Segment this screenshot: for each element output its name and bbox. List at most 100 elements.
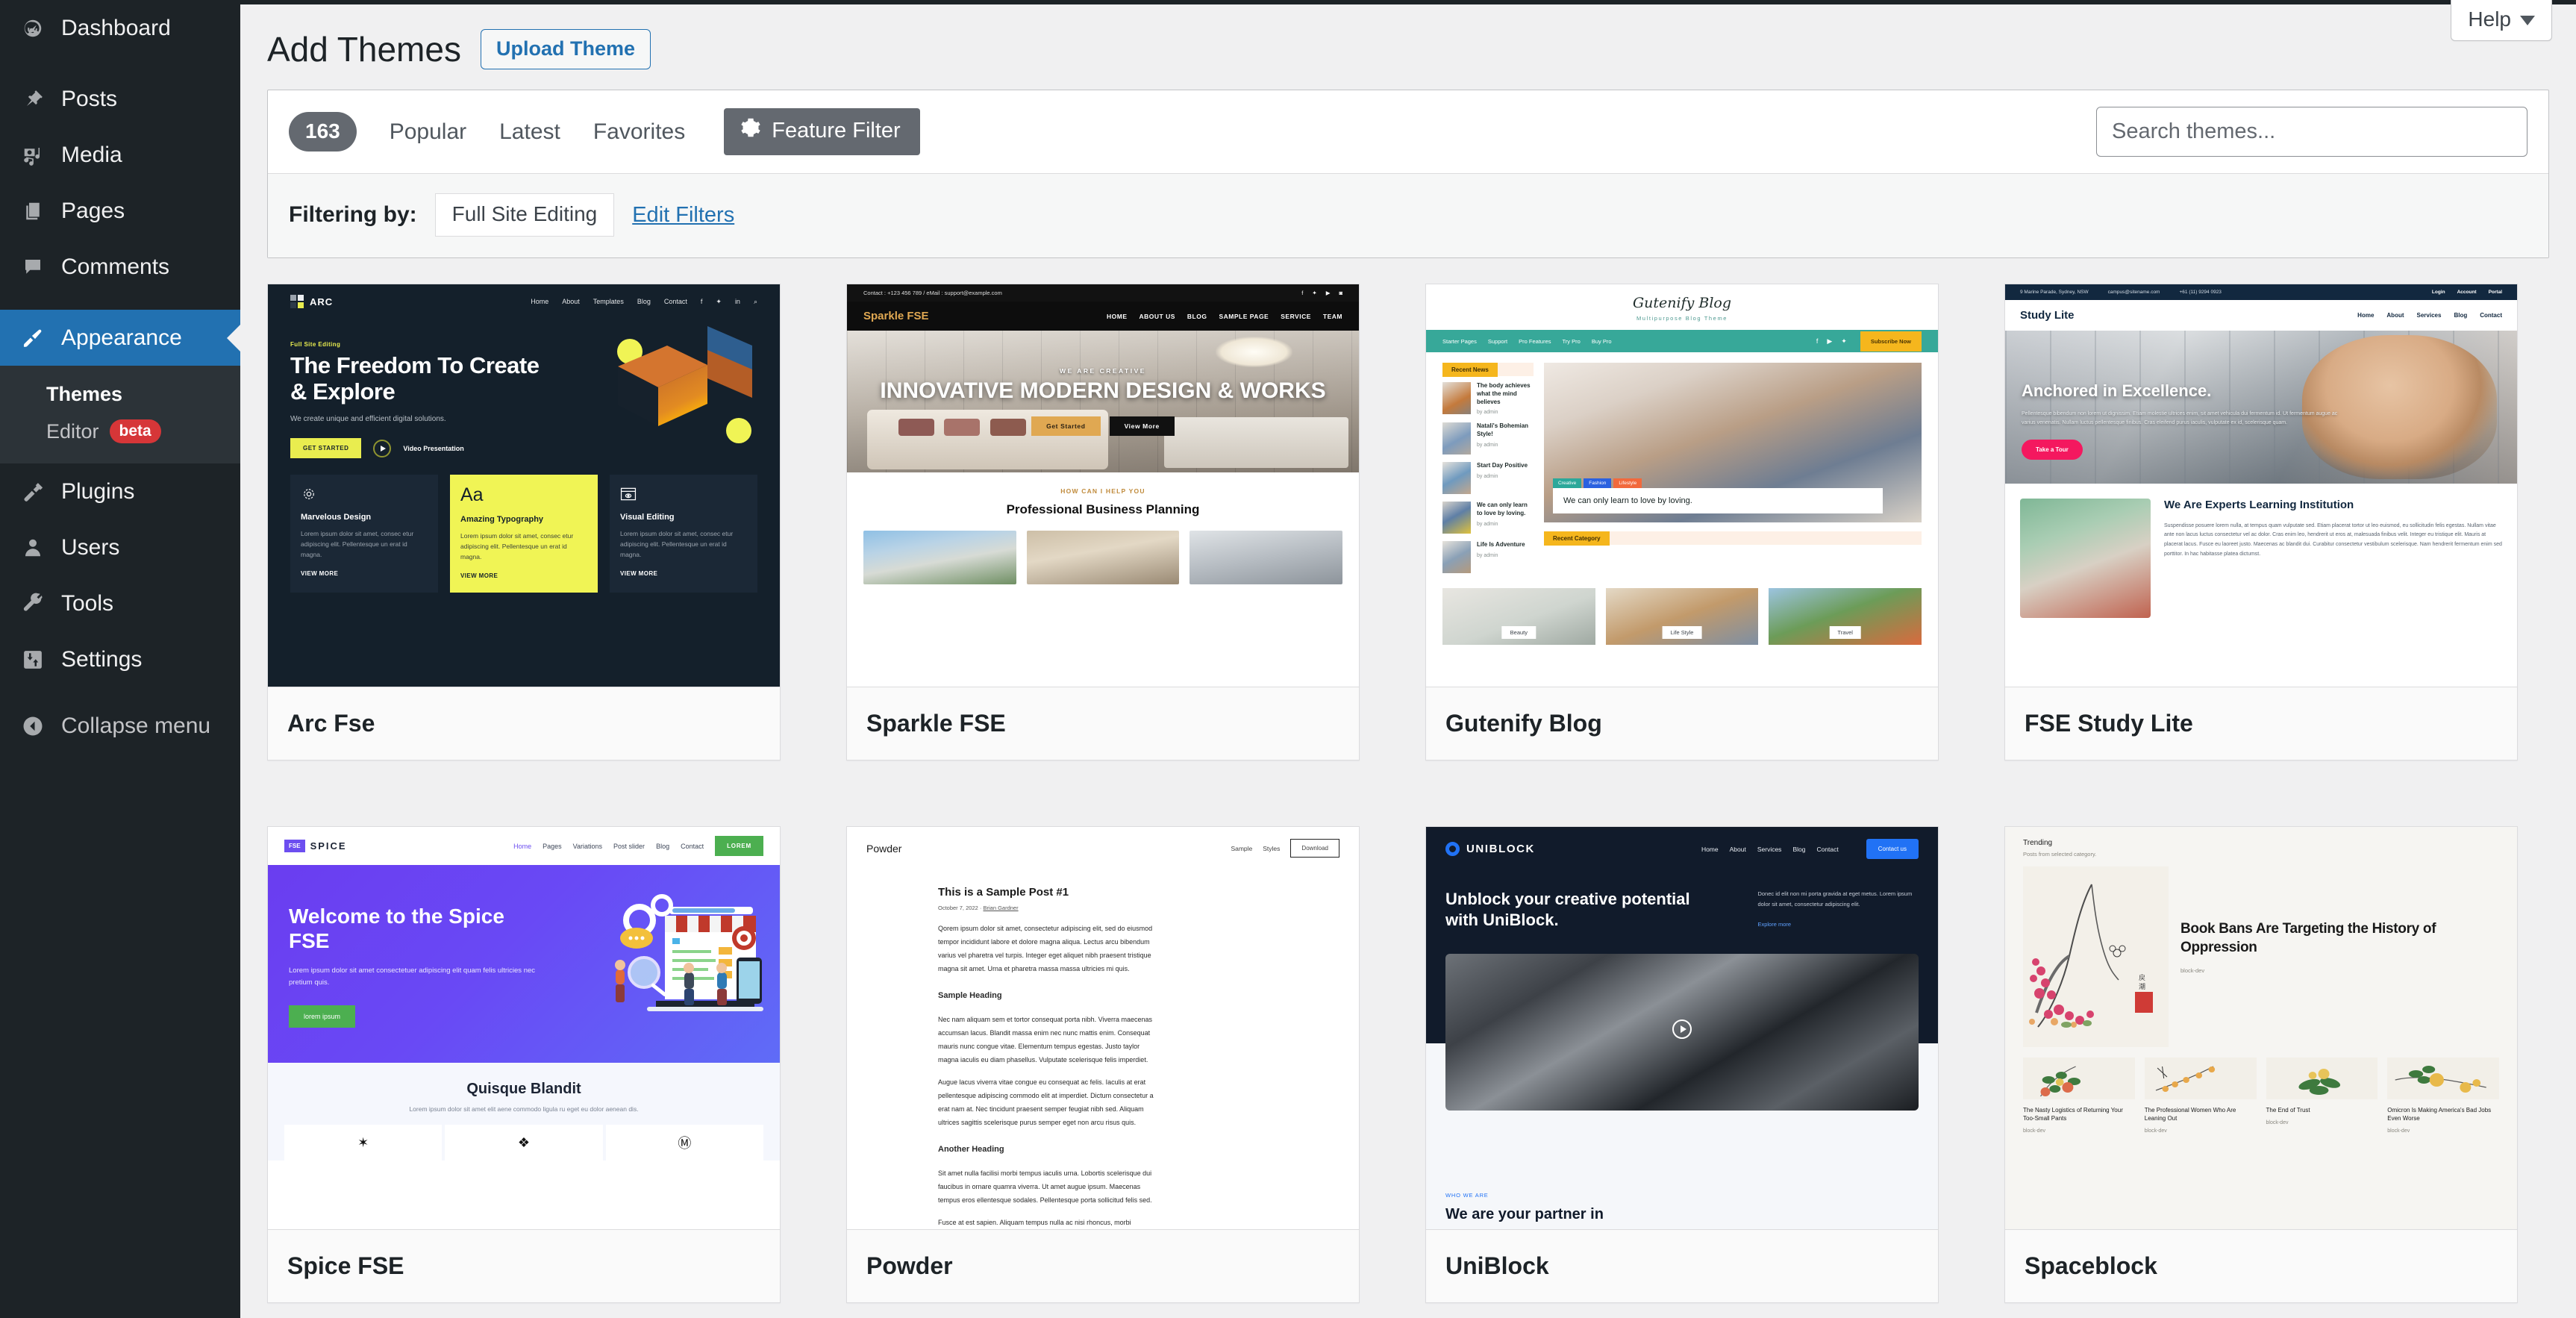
sparkle-hero: WE ARE CREATIVE INNOVATIVE MODERN DESIGN…	[847, 331, 1359, 472]
gutenify-main: Creative Fashion Lifestyle We can only l…	[1544, 363, 1922, 581]
list-item: The body achieves what the mind believes…	[1442, 382, 1534, 415]
powder-article: This is a Sample Post #1 October 7, 2022…	[847, 869, 1359, 1230]
gutenify-nav-try-pro: Try Pro	[1563, 338, 1581, 345]
category-card: Beauty	[1442, 588, 1595, 645]
twitter-icon: ✦	[1312, 290, 1316, 296]
spice-section-sub: Lorem ipsum dolor sit amet elit aene com…	[268, 1105, 780, 1113]
theme-card-powder[interactable]: Powder Sample Styles Download This is a …	[846, 826, 1360, 1303]
gear-icon	[740, 117, 761, 145]
post-author: block-dev	[2023, 1128, 2135, 1134]
spice-preview: FSE SPICE Home Pages Variations Post sli…	[268, 827, 780, 1229]
theme-screenshot: Powder Sample Styles Download This is a …	[847, 827, 1359, 1230]
theme-card-gutenify-blog[interactable]: Gutenify Blog Multipurpose Blog Theme St…	[1425, 284, 1939, 760]
arc-card-link: VIEW MORE	[460, 572, 587, 579]
submenu-item-themes[interactable]: Themes	[0, 376, 240, 413]
play-icon	[1672, 1019, 1692, 1039]
theme-screenshot: 9 Marine Parade, Sydney, NSW campus@site…	[2005, 284, 2517, 687]
uniblock-nav-links: Home About Services Blog Contact Contact…	[1701, 839, 1919, 859]
spaceblock-feature-image: 戻 潮	[2023, 866, 2169, 1047]
feature-filter-button[interactable]: Feature Filter	[724, 108, 919, 155]
sidebar-item-tools[interactable]: Tools	[0, 575, 240, 631]
study-portal-link: Portal	[2489, 290, 2502, 295]
post-author: block-dev	[2145, 1128, 2257, 1134]
powder-post-meta: October 7, 2022 · Brian Gardner	[938, 905, 1359, 911]
submenu-item-editor[interactable]: Editor beta	[0, 413, 240, 450]
uniblock-nav-home: Home	[1701, 846, 1719, 853]
theme-screenshot: UNIBLOCK Home About Services Blog Contac…	[1426, 827, 1938, 1230]
youtube-icon: ▶	[1827, 337, 1832, 346]
theme-card-spaceblock[interactable]: Trending Posts from selected category.	[2004, 826, 2518, 1303]
media-icon	[16, 144, 49, 166]
tab-favorites[interactable]: Favorites	[593, 119, 685, 145]
help-tab-wrap: Help	[2451, 0, 2552, 41]
sparkle-nav-team: TEAM	[1323, 313, 1342, 320]
powder-paragraph: Fusce at est sapien. Aliquam tempus null…	[938, 1216, 1158, 1230]
gutenify-tagline: Multipurpose Blog Theme	[1426, 315, 1938, 322]
theme-card-sparkle-fse[interactable]: Contact : +123 456 789 / eMail : support…	[846, 284, 1360, 760]
study-nav-about: About	[2386, 312, 2404, 319]
theme-card-uniblock[interactable]: UNIBLOCK Home About Services Blog Contac…	[1425, 826, 1939, 1303]
study-about-body: Suspendisse posuere lorem nulla, at temp…	[2164, 522, 2502, 559]
collapse-arrow-icon	[16, 715, 49, 737]
post-title: Natali's Bohemian Style!	[1477, 422, 1534, 439]
study-account-link: Account	[2457, 290, 2477, 295]
uniblock-hero-side: Donec id elit non mi porta gravida at eg…	[1757, 889, 1919, 930]
study-about-title: We Are Experts Learning Institution	[2164, 499, 2502, 513]
spaceblock-post-row: The Nasty Logistics of Returning Your To…	[2005, 1047, 2517, 1134]
theme-grid: ARC Home About Templates Blog Contact f …	[267, 284, 2549, 1303]
spaceblock-header: Trending Posts from selected category.	[2005, 827, 2517, 858]
sparkle-thumb	[863, 531, 1016, 584]
spice-section: Quisque Blandit Lorem ipsum dolor sit am…	[268, 1063, 780, 1161]
spaceblock-trending-label: Trending	[2023, 839, 2499, 847]
tab-latest[interactable]: Latest	[499, 119, 560, 145]
study-email: campus@sitename.com	[2108, 290, 2160, 295]
post-title: The End of Trust	[2266, 1106, 2378, 1114]
spaceblock-feature-author: block-dev	[2180, 967, 2499, 974]
collapse-menu-button[interactable]: Collapse menu	[0, 698, 240, 754]
upload-theme-button[interactable]: Upload Theme	[481, 29, 651, 69]
sidebar-item-users[interactable]: Users	[0, 519, 240, 575]
arc-nav-blog: Blog	[637, 298, 651, 305]
spice-nav-post-slider: Post slider	[613, 843, 645, 850]
sidebar-item-appearance[interactable]: Appearance	[0, 310, 240, 366]
plug-icon	[16, 481, 49, 503]
sidebar-item-settings[interactable]: Settings	[0, 631, 240, 687]
tab-popular[interactable]: Popular	[390, 119, 466, 145]
sidebar-item-pages[interactable]: Pages	[0, 183, 240, 239]
study-topbar: 9 Marine Parade, Sydney, NSW campus@site…	[2005, 284, 2517, 300]
sidebar-item-posts[interactable]: Posts	[0, 71, 240, 127]
theme-name: Gutenify Blog	[1426, 687, 1938, 760]
post-thumbnail	[1442, 382, 1471, 414]
study-nav-contact: Contact	[2480, 312, 2502, 319]
theme-count-badge[interactable]: 163	[289, 112, 357, 152]
study-about: We Are Experts Learning Institution Susp…	[2005, 484, 2517, 618]
sparkle-heading: INNOVATIVE MODERN DESIGN & WORKS	[869, 379, 1336, 403]
chevron-down-icon	[2520, 16, 2535, 25]
sidebar-item-media[interactable]: Media	[0, 127, 240, 183]
uniblock-nav-blog: Blog	[1792, 846, 1805, 853]
arc-eyebrow: Full Site Editing	[290, 341, 561, 348]
post-author: block-dev	[2387, 1128, 2499, 1134]
study-top-links: Login Account Portal	[2432, 290, 2502, 295]
arc-preview: ARC Home About Templates Blog Contact f …	[268, 284, 780, 687]
post-thumbnail	[2266, 1058, 2378, 1099]
list-item: Natali's Bohemian Style! by admin	[1442, 422, 1534, 455]
sidebar-item-plugins[interactable]: Plugins	[0, 463, 240, 519]
gutenify-hero-quote: We can only learn to love by loving.	[1553, 488, 1883, 513]
theme-card-arc-fse[interactable]: ARC Home About Templates Blog Contact f …	[267, 284, 781, 760]
study-nav: Study Lite Home About Services Blog Cont…	[2005, 300, 2517, 331]
search-input[interactable]	[2096, 107, 2527, 157]
help-button[interactable]: Help	[2451, 0, 2552, 41]
ring-icon	[1445, 842, 1460, 856]
page-header: Add Themes Upload Theme	[240, 4, 2576, 73]
edit-filters-link[interactable]: Edit Filters	[632, 203, 734, 228]
theme-card-fse-study-lite[interactable]: 9 Marine Parade, Sydney, NSW campus@site…	[2004, 284, 2518, 760]
sidebar-item-comments[interactable]: Comments	[0, 239, 240, 295]
spice-nav-blog: Blog	[656, 843, 669, 850]
help-label: Help	[2468, 7, 2511, 31]
sparkle-contact-info: Contact : +123 456 789 / eMail : support…	[863, 290, 1002, 296]
spaceblock-feature: 戻 潮 Book Bans Are Targeting the History …	[2005, 858, 2517, 1047]
arc-feature-card: Visual Editing Lorem ipsum dolor sit ame…	[610, 475, 757, 593]
sidebar-item-dashboard[interactable]: Dashboard	[0, 0, 240, 56]
theme-card-spice-fse[interactable]: FSE SPICE Home Pages Variations Post sli…	[267, 826, 781, 1303]
